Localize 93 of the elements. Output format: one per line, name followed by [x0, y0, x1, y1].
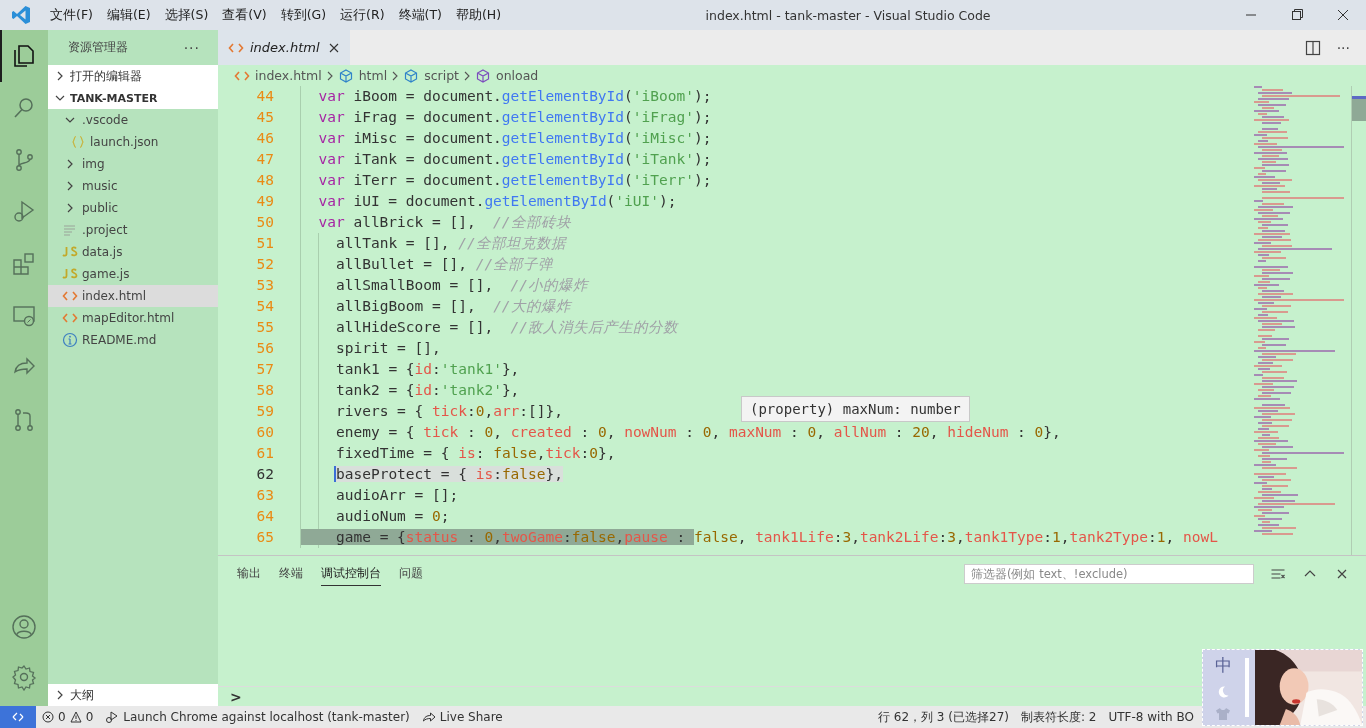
- tree-item[interactable]: index.html: [48, 285, 218, 307]
- code-line: var iUI = document.getElementById('iUI');: [300, 191, 677, 212]
- menu-item[interactable]: 选择(S): [157, 0, 216, 30]
- remote-icon: [11, 710, 25, 724]
- menu-item[interactable]: 终端(T): [391, 0, 449, 30]
- account-icon[interactable]: [10, 613, 38, 641]
- tree-item[interactable]: game.js: [48, 263, 218, 285]
- line-number: 61: [255, 444, 275, 463]
- lines-icon: [62, 222, 78, 238]
- tree-item[interactable]: public: [48, 197, 218, 219]
- split-editor-icon[interactable]: [1304, 39, 1321, 56]
- menu-item[interactable]: 运行(R): [333, 0, 392, 30]
- line-number: 46: [255, 129, 275, 148]
- filter-field[interactable]: 筛选器(例如 text、!exclude): [964, 563, 1254, 584]
- editor-tab[interactable]: index.html: [218, 30, 350, 65]
- line-number: 49: [255, 192, 275, 211]
- code-line: var iFrag = document.getElementById('iFrag');: [300, 107, 712, 128]
- status-item[interactable]: 行 62，列 3 (已选择27): [871, 708, 1015, 726]
- panel-tab[interactable]: 输出: [237, 561, 261, 586]
- line-number: 60: [255, 423, 275, 442]
- app-logo-icon: [11, 5, 31, 25]
- section-header[interactable]: 打开的编辑器: [48, 65, 218, 87]
- more-button[interactable]: ···: [183, 39, 200, 56]
- breadcrumb-item[interactable]: script: [403, 67, 459, 84]
- tree-item[interactable]: .vscode: [48, 109, 218, 131]
- status-item[interactable]: 制表符长度: 2: [1014, 708, 1103, 726]
- menu-item[interactable]: 转到(G): [273, 0, 334, 30]
- tree-item[interactable]: music: [48, 175, 218, 197]
- line-number: 64: [255, 507, 275, 526]
- tree-item[interactable]: README.md: [48, 329, 218, 351]
- breadcrumb-item[interactable]: onload: [475, 67, 539, 84]
- panel-tab[interactable]: 问题: [399, 561, 423, 586]
- line-number: 52: [255, 255, 275, 274]
- window-title: index.html - tank-master - Visual Studio Code: [704, 7, 992, 23]
- debug-launch-status[interactable]: Launch Chrome against localhost (tank-master): [99, 710, 416, 724]
- code-line: var iTerr = document.getElementById('iTerr');: [300, 170, 712, 191]
- hover-tooltip: (property) maxNum: number: [741, 396, 970, 422]
- line-number: 57: [255, 360, 275, 379]
- menu-item[interactable]: 文件(F): [43, 0, 100, 30]
- code-line: var iTank = document.getElementById('iTank');: [300, 149, 712, 170]
- code-line: var iBoom = document.getElementById('iBoom');: [300, 86, 712, 107]
- panel-tab[interactable]: 调试控制台: [321, 561, 381, 586]
- line-number: 62: [255, 465, 275, 484]
- menu-item[interactable]: 编辑(E): [99, 0, 158, 30]
- code-line: var iMisc = document.getElementById('iMisc');: [300, 128, 712, 149]
- settings-icon[interactable]: [10, 663, 38, 691]
- code-line: var allBrick = [], //全部砖块: [300, 212, 571, 233]
- breadcrumb-item[interactable]: index.html: [234, 67, 322, 84]
- remote-button[interactable]: [0, 706, 36, 728]
- line-number: 50: [255, 213, 275, 232]
- menu-item[interactable]: 帮助(H): [448, 0, 509, 30]
- js-icon: [62, 244, 78, 260]
- tree-item[interactable]: data.js: [48, 241, 218, 263]
- error-icon: [42, 711, 54, 723]
- cube-icon: [475, 67, 491, 84]
- tree-item[interactable]: .project: [48, 219, 218, 241]
- more-button[interactable]: ···: [1336, 39, 1350, 56]
- line-number: 59: [255, 402, 275, 421]
- section-header[interactable]: 大纲: [48, 684, 218, 706]
- line-number: 45: [255, 108, 275, 127]
- section-header[interactable]: TANK-MASTER: [48, 87, 218, 109]
- panel-tab[interactable]: 终端: [279, 561, 303, 586]
- line-number: 55: [255, 318, 275, 337]
- line-number: 51: [255, 234, 275, 253]
- line-number: 56: [255, 339, 275, 358]
- live-share-status[interactable]: Live Share: [415, 710, 509, 724]
- braces-icon: [70, 134, 86, 150]
- js-icon: [62, 266, 78, 282]
- menu-item[interactable]: 查看(V): [215, 0, 274, 30]
- prompt-symbol: >: [230, 688, 242, 705]
- line-number: 58: [255, 381, 275, 400]
- line-number: 54: [255, 297, 275, 316]
- breadcrumb-item[interactable]: html: [337, 67, 388, 84]
- scrollbar-thumb[interactable]: [1352, 96, 1366, 121]
- tree-item[interactable]: img: [48, 153, 218, 175]
- line-number: 47: [255, 150, 275, 169]
- line-number: 48: [255, 171, 275, 190]
- cube-icon: [337, 67, 354, 84]
- status-item[interactable]: UTF-8 with BO: [1102, 710, 1200, 724]
- tree-item[interactable]: mapEditor.html: [48, 307, 218, 329]
- play-bug-icon: [105, 710, 120, 724]
- cube-icon: [403, 67, 420, 84]
- tree-item[interactable]: launch.json: [48, 131, 218, 153]
- line-number: 44: [255, 87, 275, 106]
- line-number: 63: [255, 486, 275, 505]
- info-icon: [62, 332, 78, 348]
- line-number: 53: [255, 276, 275, 295]
- warning-icon: [69, 711, 82, 723]
- line-number: 65: [255, 528, 275, 547]
- share-arrow-icon: [421, 710, 436, 724]
- sidebar-title: 资源管理器: [68, 40, 128, 55]
- problems-status[interactable]: 0 0: [36, 710, 100, 724]
- input-mode-toggle[interactable]: 中: [1214, 654, 1232, 677]
